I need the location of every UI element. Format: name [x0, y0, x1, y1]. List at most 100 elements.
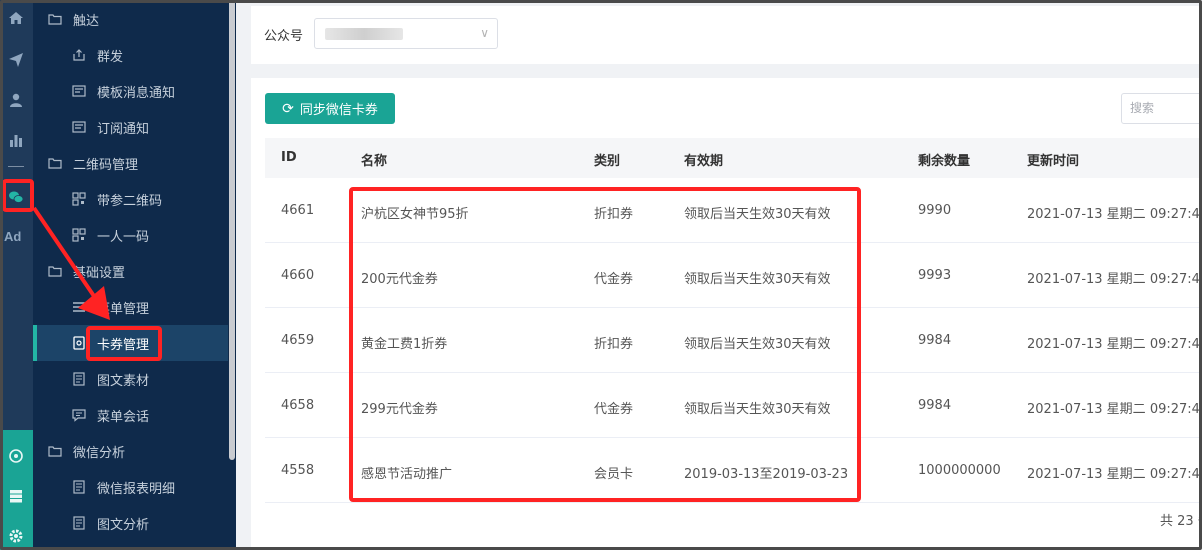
template-icon	[71, 83, 87, 99]
row-divider	[265, 372, 1202, 373]
cell-validity: 领取后当天生效30天有效	[684, 402, 831, 417]
sidebar-item-2[interactable]: 模板消息通知	[33, 73, 228, 109]
sidebar-item-label: 二维码管理	[73, 157, 139, 173]
cell-validity: 领取后当天生效30天有效	[684, 207, 831, 222]
cell-validity: 领取后当天生效30天有效	[684, 272, 831, 287]
cell-remaining: 9984	[918, 333, 952, 348]
coupon-icon	[71, 335, 87, 351]
cell-updated: 2021-07-13 星期二 09:27:48	[1027, 207, 1202, 222]
bar-chart-icon[interactable]	[6, 130, 26, 150]
cell-id: 4658	[281, 398, 315, 413]
cell-id: 4661	[281, 203, 315, 218]
header-name[interactable]: 名称	[361, 150, 387, 169]
cell-name: 200元代金券	[361, 272, 438, 287]
settings-icon[interactable]	[6, 526, 26, 546]
sync-coupons-button[interactable]: ⟳ 同步微信卡券	[265, 93, 395, 124]
subscribe-icon	[71, 119, 87, 135]
report-icon	[71, 479, 87, 495]
sidebar-item-label: 微信报表明细	[97, 481, 176, 497]
sidebar-item-9[interactable]: 卡券管理	[33, 325, 228, 361]
sidebar-item-label: 订阅通知	[97, 121, 150, 137]
cell-category: 会员卡	[594, 467, 634, 482]
sidebar-scrollbar-thumb[interactable]	[229, 0, 235, 460]
send-icon[interactable]	[6, 50, 26, 70]
sidebar-item-10[interactable]: 图文素材	[33, 361, 228, 397]
cell-category: 折扣券	[594, 337, 634, 352]
sidebar-item-label: 带参二维码	[97, 193, 163, 209]
sidebar-item-6[interactable]: 一人一码	[33, 217, 228, 253]
cell-updated: 2021-07-13 星期二 09:27:48	[1027, 402, 1202, 417]
header-updated[interactable]: 更新时间	[1027, 150, 1079, 169]
row-divider	[265, 307, 1202, 308]
cell-name: 感恩节活动推广	[361, 467, 453, 482]
sidebar-item-5[interactable]: 带参二维码	[33, 181, 228, 217]
chevron-down-icon: ∨	[480, 26, 489, 40]
chat-icon	[71, 407, 87, 423]
cell-remaining: 9993	[918, 268, 952, 283]
menu-icon	[71, 299, 87, 315]
cell-name: 黄金工费1折券	[361, 337, 448, 352]
cell-id: 4659	[281, 333, 315, 348]
cell-updated: 2021-07-13 星期二 09:27:48	[1027, 337, 1202, 352]
sync-coupons-label: 同步微信卡券	[299, 103, 378, 118]
sidebar-item-label: 卡券管理	[97, 337, 150, 353]
qrcode-icon	[71, 227, 87, 243]
cell-remaining: 9984	[918, 398, 952, 413]
cell-name: 沪杭区女神节95折	[361, 207, 469, 222]
article-icon	[71, 371, 87, 387]
user-icon[interactable]	[6, 90, 26, 110]
folder-icon	[47, 155, 63, 171]
cell-category: 代金券	[594, 272, 634, 287]
rail-divider	[8, 166, 24, 167]
sidebar-item-11[interactable]: 菜单会话	[33, 397, 228, 433]
sidebar-item-4[interactable]: 二维码管理	[33, 145, 228, 181]
account-select-value	[325, 28, 403, 40]
search-input[interactable]: 搜索	[1121, 93, 1202, 124]
row-divider	[265, 242, 1202, 243]
home-icon[interactable]	[6, 8, 26, 28]
account-select[interactable]: ∨	[314, 18, 498, 49]
sidebar-item-13[interactable]: 微信报表明细	[33, 469, 228, 505]
sidebar-item-label: 群发	[97, 49, 124, 65]
cell-category: 折扣券	[594, 207, 634, 222]
header-id[interactable]: ID	[281, 150, 297, 165]
folder-icon	[47, 263, 63, 279]
sidebar-item-12[interactable]: 微信分析	[33, 433, 228, 469]
cell-name: 299元代金券	[361, 402, 438, 417]
sidebar-item-label: 菜单管理	[97, 301, 150, 317]
sidebar-item-7[interactable]: 基础设置	[33, 253, 228, 289]
cell-validity: 2019-03-13至2019-03-23	[684, 467, 849, 482]
analysis-icon	[71, 515, 87, 531]
cell-category: 代金券	[594, 402, 634, 417]
cell-remaining: 1000000000	[918, 463, 1001, 478]
sidebar-item-3[interactable]: 订阅通知	[33, 109, 228, 145]
sidebar-item-label: 基础设置	[73, 265, 126, 281]
cell-remaining: 9990	[918, 203, 952, 218]
header-category[interactable]: 类别	[594, 150, 620, 169]
server-icon[interactable]	[6, 486, 26, 506]
sidebar-item-label: 一人一码	[97, 229, 150, 245]
header-validity[interactable]: 有效期	[684, 150, 723, 169]
share-icon	[71, 47, 87, 63]
sidebar-item-14[interactable]: 图文分析	[33, 505, 228, 541]
sidebar-item-label: 微信分析	[73, 445, 126, 461]
network-icon[interactable]	[6, 446, 26, 466]
cell-id: 4660	[281, 268, 315, 283]
sidebar-item-label: 菜单会话	[97, 409, 150, 425]
wechat-icon[interactable]	[6, 187, 26, 207]
sidebar-item-0[interactable]: 触达	[33, 1, 228, 37]
pagination-total: 共 23 条	[1160, 514, 1202, 529]
account-filter-label: 公众号	[264, 29, 304, 44]
folder-icon	[47, 11, 63, 27]
ad-label[interactable]: Ad	[4, 229, 21, 244]
sidebar-item-8[interactable]: 菜单管理	[33, 289, 228, 325]
sidebar-item-label: 图文分析	[97, 517, 150, 533]
row-divider	[265, 502, 1202, 503]
sidebar-item-label: 触达	[73, 13, 100, 29]
cell-updated: 2021-07-13 星期二 09:27:48	[1027, 272, 1202, 287]
row-divider	[265, 437, 1202, 438]
folder-icon	[47, 443, 63, 459]
cell-updated: 2021-07-13 星期二 09:27:48	[1027, 467, 1202, 482]
sidebar-item-1[interactable]: 群发	[33, 37, 228, 73]
header-remaining[interactable]: 剩余数量	[918, 150, 970, 169]
